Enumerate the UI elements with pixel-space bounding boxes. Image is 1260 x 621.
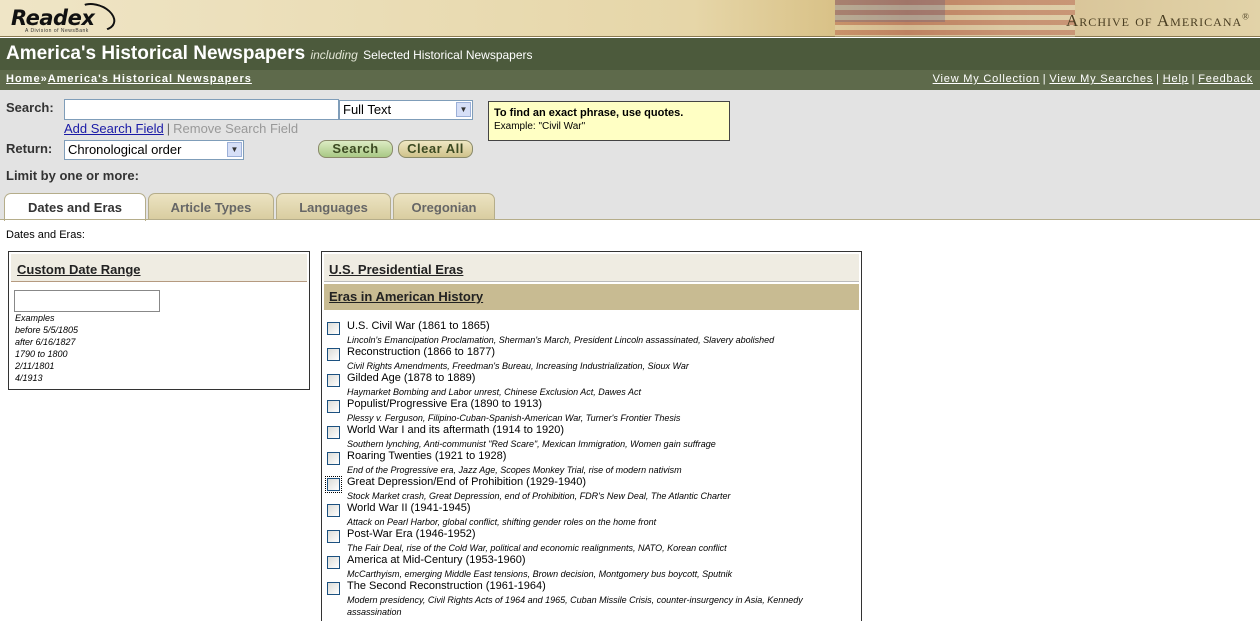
archive-name: Archive of Americana — [1066, 11, 1243, 30]
era-description: Modern presidency, Civil Rights Acts of … — [347, 595, 803, 617]
era-description: End of the Progressive era, Jazz Age, Sc… — [347, 465, 682, 475]
era-title[interactable]: U.S. Civil War (1861 to 1865) — [347, 320, 490, 332]
era-checkbox[interactable] — [327, 426, 340, 439]
custom-date-range-heading[interactable]: Custom Date Range — [17, 262, 141, 277]
examples-line: 1790 to 1800 — [15, 349, 68, 359]
custom-date-range-panel: Custom Date Range Examples before 5/5/18… — [8, 251, 310, 390]
tab-oregonian[interactable]: Oregonian — [393, 193, 495, 220]
era-title[interactable]: Great Depression/End of Prohibition (192… — [347, 476, 586, 488]
view-collection-link[interactable]: View My Collection — [933, 73, 1040, 85]
flag-stars-graphic — [835, 0, 945, 22]
limit-label: Limit by one or more: — [6, 168, 139, 183]
era-title[interactable]: World War II (1941-1945) — [347, 502, 471, 514]
history-eras-header: Eras in American History — [324, 284, 859, 310]
return-order-select[interactable]: Chronological order ▼ — [64, 140, 244, 160]
hint-example: Example: "Civil War" — [494, 121, 586, 132]
era-title[interactable]: Gilded Age (1878 to 1889) — [347, 372, 475, 384]
era-checkbox[interactable] — [327, 530, 340, 543]
site-banner: Readex A Division of NewsBank Archive of… — [0, 0, 1260, 37]
help-link[interactable]: Help — [1163, 73, 1189, 85]
era-description: Lincoln's Emancipation Proclamation, She… — [347, 335, 775, 345]
chevron-down-icon[interactable]: ▼ — [456, 102, 471, 117]
era-checkbox[interactable] — [327, 504, 340, 517]
search-hint-box: To find an exact phrase, use quotes. Exa… — [488, 101, 730, 141]
era-description: Stock Market crash, Great Depression, en… — [347, 491, 731, 501]
chevron-down-icon[interactable]: ▼ — [227, 142, 242, 157]
product-name: America's Historical Newspapers — [6, 43, 306, 64]
view-searches-link[interactable]: View My Searches — [1049, 73, 1153, 85]
breadcrumb-current-link[interactable]: America's Historical Newspapers — [48, 73, 252, 85]
archive-registered-mark: ® — [1242, 11, 1250, 22]
presidential-eras-heading[interactable]: U.S. Presidential Eras — [329, 262, 463, 277]
tab-languages[interactable]: Languages — [276, 193, 391, 220]
pipe-separator: | — [166, 121, 171, 136]
search-field-value: Full Text — [343, 102, 392, 117]
era-description: McCarthyism, emerging Middle East tensio… — [347, 569, 733, 579]
era-description: The Fair Deal, rise of the Cold War, pol… — [347, 543, 727, 553]
era-checkbox[interactable] — [325, 476, 342, 493]
era-title[interactable]: Roaring Twenties (1921 to 1928) — [347, 450, 506, 462]
era-description: Southern lynching, Anti-communist "Red S… — [347, 439, 716, 449]
era-checkbox[interactable] — [327, 400, 340, 413]
dates-and-eras-label: Dates and Eras: — [6, 229, 85, 241]
link-separator: | — [1191, 73, 1196, 85]
breadcrumb: Home»America's Historical Newspapers — [6, 73, 252, 85]
presidential-eras-header: U.S. Presidential Eras — [324, 254, 859, 282]
era-checkbox[interactable] — [327, 348, 340, 361]
return-label: Return: — [6, 141, 53, 156]
tab-underline — [0, 219, 1260, 220]
examples-line: 4/1913 — [15, 373, 43, 383]
era-description: Plessy v. Ferguson, Filipino-Cuban-Spani… — [347, 413, 681, 423]
search-field-select[interactable]: Full Text ▼ — [339, 100, 473, 120]
era-title[interactable]: World War I and its aftermath (1914 to 1… — [347, 424, 564, 436]
logo-subtitle: A Division of NewsBank — [25, 28, 89, 34]
custom-date-input[interactable] — [14, 290, 160, 312]
era-title[interactable]: Populist/Progressive Era (1890 to 1913) — [347, 398, 542, 410]
custom-date-range-header: Custom Date Range — [11, 254, 307, 282]
era-description: Haymarket Bombing and Labor unrest, Chin… — [347, 387, 641, 397]
examples-line: after 6/16/1827 — [15, 337, 76, 347]
field-controls: Add Search Field | Remove Search Field — [64, 121, 298, 136]
clear-all-button[interactable]: Clear All — [398, 140, 473, 158]
era-checkbox[interactable] — [327, 582, 340, 595]
era-description: Attack on Pearl Harbor, global conflict,… — [347, 517, 657, 527]
link-separator: | — [1156, 73, 1160, 85]
archive-of-americana-logo: Archive of Americana® — [1066, 11, 1250, 31]
examples-line: before 5/5/1805 — [15, 325, 79, 335]
era-checkbox[interactable] — [327, 374, 340, 387]
search-label: Search: — [6, 100, 54, 115]
history-eras-heading[interactable]: Eras in American History — [329, 289, 483, 304]
title-bar: America's Historical Newspapers includin… — [0, 38, 1260, 70]
user-links: View My Collection | View My Searches | Help… — [933, 73, 1253, 85]
era-title[interactable]: The Second Reconstruction (1961-1964) — [347, 580, 546, 592]
breadcrumb-home-link[interactable]: Home — [6, 73, 41, 85]
page-title: America's Historical Newspapers includin… — [6, 43, 533, 65]
search-button[interactable]: Search — [318, 140, 393, 158]
breadcrumb-separator: » — [40, 73, 48, 85]
examples-line: 2/11/1801 — [15, 361, 55, 371]
era-checkbox[interactable] — [327, 452, 340, 465]
nav-bar: Home»America's Historical Newspapers Vie… — [0, 70, 1260, 90]
feedback-link[interactable]: Feedback — [1198, 73, 1253, 85]
eras-panel: U.S. Presidential Eras Eras in American … — [321, 251, 862, 621]
era-title[interactable]: Post-War Era (1946-1952) — [347, 528, 476, 540]
hint-title: To find an exact phrase, use quotes. — [494, 107, 684, 119]
era-checkbox[interactable] — [327, 556, 340, 569]
era-description: Civil Rights Amendments, Freedman's Bure… — [347, 361, 689, 371]
tab-article-types[interactable]: Article Types — [148, 193, 274, 220]
add-search-field-link[interactable]: Add Search Field — [64, 121, 164, 136]
date-examples: Examples before 5/5/1805 after 6/16/1827… — [15, 312, 78, 384]
link-separator: | — [1042, 73, 1047, 85]
including-text: including — [310, 48, 358, 62]
era-checkbox[interactable] — [327, 322, 340, 335]
return-order-value: Chronological order — [68, 142, 182, 157]
selected-collection: Selected Historical Newspapers — [363, 48, 533, 62]
examples-line: Examples — [15, 313, 55, 323]
tab-dates-and-eras[interactable]: Dates and Eras — [4, 193, 146, 221]
era-title[interactable]: Reconstruction (1866 to 1877) — [347, 346, 495, 358]
era-title[interactable]: America at Mid-Century (1953-1960) — [347, 554, 526, 566]
search-input[interactable] — [64, 99, 339, 120]
remove-search-field-link: Remove Search Field — [173, 121, 299, 136]
